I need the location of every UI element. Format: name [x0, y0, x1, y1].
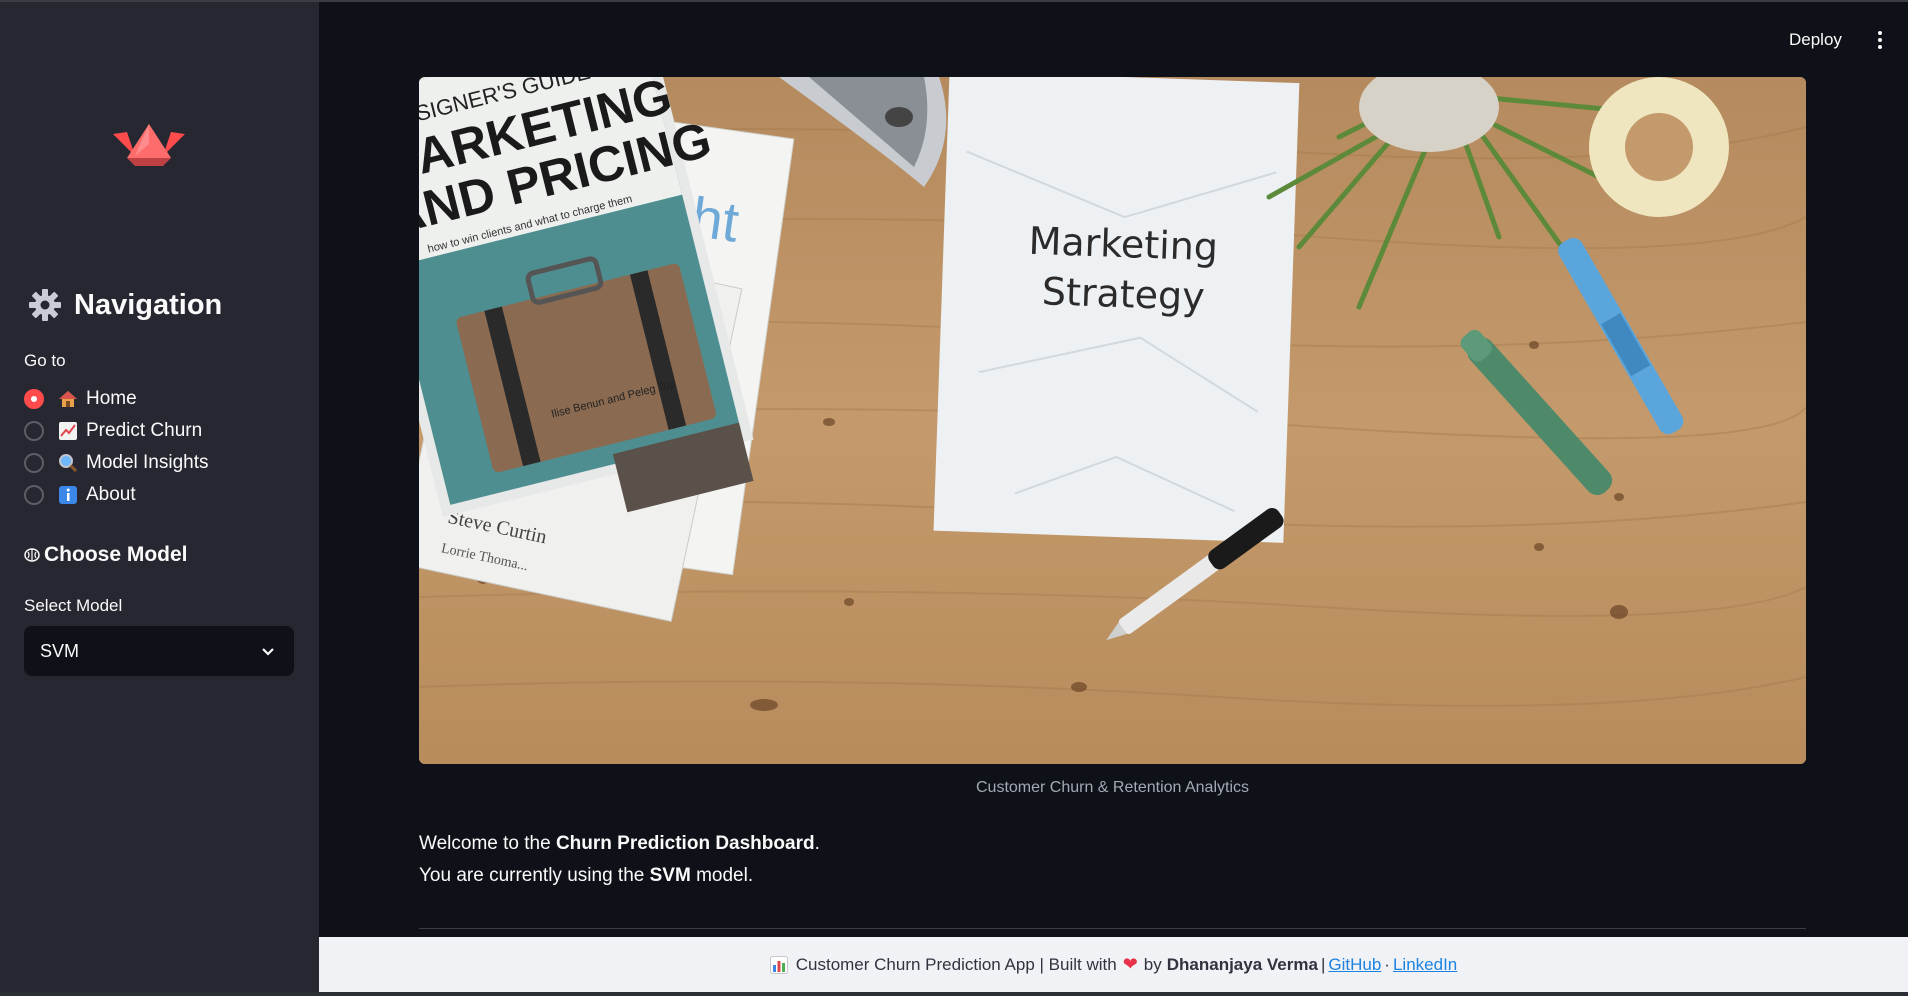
choose-model-title: Choose Model	[44, 543, 188, 566]
radio-predict-churn[interactable]: Predict Churn	[24, 415, 209, 447]
footer: Customer Churn Prediction App | Built wi…	[319, 937, 1908, 992]
footer-dot: ·	[1384, 954, 1390, 974]
bottom-border	[0, 992, 1908, 996]
radio-label-predict-churn: Predict Churn	[86, 420, 203, 441]
chart-increasing-icon	[58, 421, 78, 441]
info-icon	[58, 485, 78, 505]
welcome-suffix: .	[814, 833, 820, 854]
footer-by: by	[1143, 954, 1162, 974]
choose-model-heading: Choose Model	[24, 543, 188, 567]
navigation-title: Navigation	[74, 288, 223, 321]
deploy-button[interactable]: Deploy	[1785, 28, 1846, 52]
model-select-value: SVM	[40, 640, 80, 661]
select-model-label: Select Model	[24, 596, 123, 615]
radio-label-model-insights: Model Insights	[86, 452, 209, 473]
sidebar: Navigation Go to Home Predict Churn Mode…	[0, 2, 319, 992]
image-caption: Customer Churn & Retention Analytics	[975, 779, 1249, 796]
radio-about[interactable]: About	[24, 479, 209, 511]
radio-button[interactable]	[24, 485, 44, 505]
magnifier-icon	[58, 453, 78, 473]
footer-pipe: |	[1320, 954, 1326, 974]
model-select[interactable]: SVM	[24, 626, 294, 676]
radio-button-checked[interactable]	[24, 389, 44, 409]
radio-model-insights[interactable]: Model Insights	[24, 447, 209, 479]
welcome-text: Welcome to the Churn Prediction Dashboar…	[419, 828, 820, 892]
model-line: You are currently using the SVM model.	[419, 860, 820, 892]
house-icon	[58, 389, 78, 409]
radio-button[interactable]	[24, 453, 44, 473]
radio-label-about: About	[86, 484, 136, 505]
radio-label-home: Home	[86, 388, 137, 409]
navigation-heading: Navigation	[28, 288, 222, 322]
welcome-line: Welcome to the Churn Prediction Dashboar…	[419, 828, 820, 860]
marketing-strategy-illustration: ht Steve Curtin Lorrie Thoma... E DESIGN…	[419, 77, 1806, 764]
using-prefix: You are currently using the	[419, 865, 650, 886]
welcome-prefix: Welcome to the	[419, 833, 556, 854]
gear-icon	[29, 289, 61, 321]
footer-text: Customer Churn Prediction App | Built wi…	[795, 954, 1117, 974]
bar-chart-icon	[769, 955, 788, 974]
more-options-icon[interactable]	[1872, 28, 1888, 52]
chevron-down-icon	[262, 648, 274, 656]
linkedin-link[interactable]: LinkedIn	[1393, 955, 1457, 975]
radio-button[interactable]	[24, 421, 44, 441]
brain-icon	[24, 548, 40, 562]
current-model-name: SVM	[649, 865, 691, 886]
heart-icon: ❤	[1122, 954, 1138, 974]
hero-image: ht Steve Curtin Lorrie Thoma... E DESIGN…	[419, 77, 1806, 764]
paper-text-2: Strategy	[1041, 269, 1205, 319]
goto-label: Go to	[24, 351, 66, 370]
divider	[419, 928, 1806, 929]
github-link[interactable]: GitHub	[1328, 955, 1381, 975]
footer-author: Dhananjaya Verma	[1166, 954, 1318, 974]
paper-text-1: Marketing	[1028, 219, 1219, 270]
radio-home[interactable]: Home	[24, 383, 209, 415]
streamlit-logo-icon	[113, 124, 185, 166]
dashboard-name: Churn Prediction Dashboard	[555, 833, 815, 854]
page-radio-group: Home Predict Churn Model Insights About	[24, 383, 209, 511]
using-suffix: model.	[690, 865, 754, 886]
